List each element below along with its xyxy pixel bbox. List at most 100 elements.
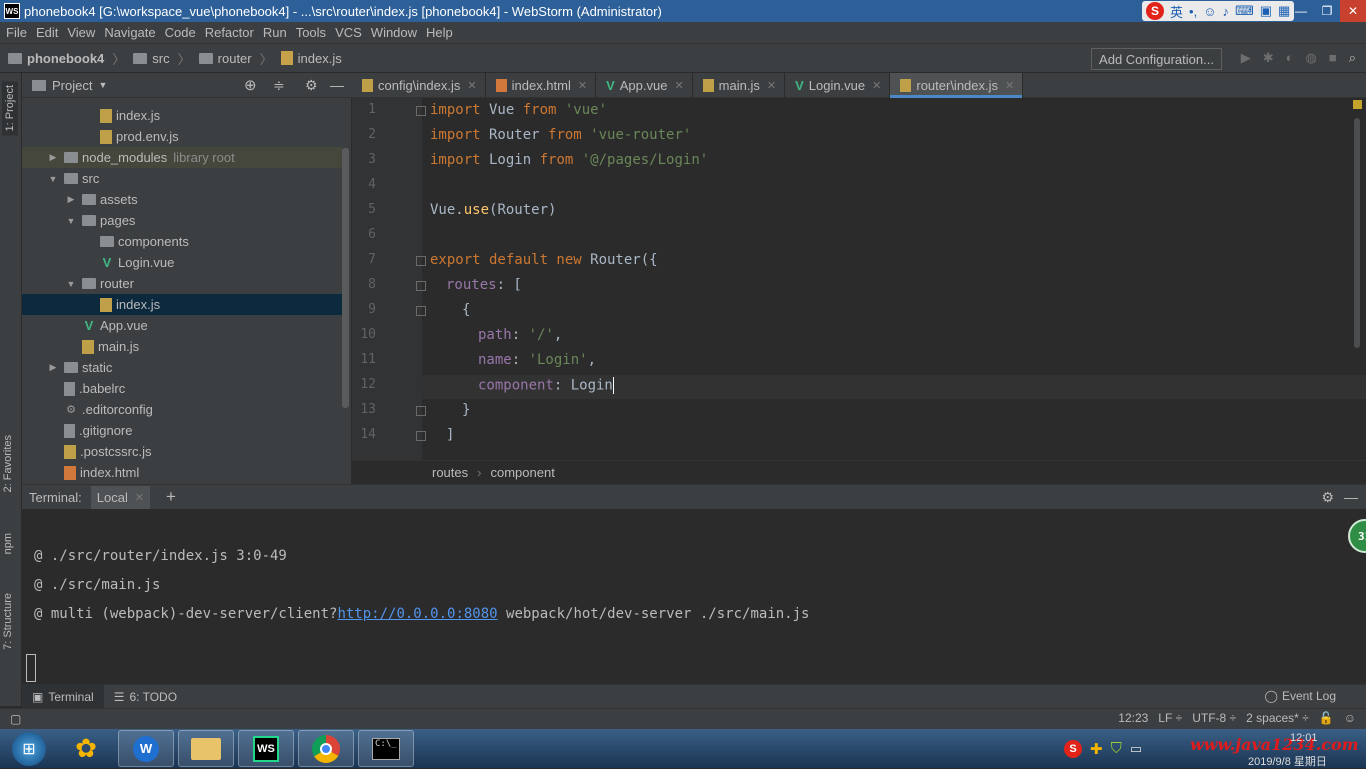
taskbar-app-cmd[interactable]: C:\_ xyxy=(358,730,414,767)
network-tray-icon[interactable]: ▭ xyxy=(1130,741,1142,757)
security-tray-icon[interactable]: ✚ xyxy=(1090,740,1103,758)
tree-item[interactable]: ▼ router xyxy=(22,273,342,294)
minimize-button[interactable]: — xyxy=(1288,0,1314,22)
sogou-tray-icon[interactable]: S xyxy=(1064,739,1082,758)
skin-icon[interactable]: ▣ xyxy=(1260,3,1272,19)
menu-window[interactable]: Window xyxy=(371,25,417,40)
fold-icon[interactable] xyxy=(416,406,426,416)
editor-tab[interactable]: V Login.vue ✕ xyxy=(785,73,891,98)
keyboard-icon[interactable]: ⌨ xyxy=(1235,3,1254,19)
tree-item[interactable]: ▼ src xyxy=(22,168,342,189)
code-editor[interactable]: 1 2 3 4 5 6 7 8 9 10 11 12 13 14 import Vue from 'vue… xyxy=(352,98,1366,460)
terminal-output[interactable]: @ ./src/router/index.js 3:0-49 @ ./src/m… xyxy=(22,509,1366,684)
gear-icon[interactable]: ⚙ xyxy=(305,77,318,94)
inspector-icon[interactable]: ☺ xyxy=(1344,711,1356,725)
tab-npm[interactable]: npm xyxy=(2,533,14,554)
tab-project[interactable]: 1: Project xyxy=(2,81,18,136)
tab-favorites[interactable]: 2: Favorites xyxy=(2,435,14,492)
tree-item[interactable]: ▶ assets xyxy=(22,189,342,210)
stop-icon[interactable]: ■ xyxy=(1329,50,1337,66)
tree-item[interactable]: index.js xyxy=(22,105,342,126)
project-view-selector[interactable]: Project xyxy=(52,78,92,93)
close-tab-icon[interactable]: ✕ xyxy=(578,79,587,92)
collapse-all-icon[interactable]: ≑ xyxy=(273,77,285,94)
code-breadcrumb-component[interactable]: component xyxy=(490,465,554,480)
tree-item[interactable]: index.html xyxy=(22,462,342,483)
collapsed-arrow-icon[interactable]: ▶ xyxy=(48,362,58,373)
lock-icon[interactable]: 🔓 xyxy=(1319,711,1334,725)
menu-tools[interactable]: Tools xyxy=(296,25,326,40)
dev-server-link[interactable]: http://0.0.0.0:8080 xyxy=(337,606,497,622)
breadcrumb-router[interactable]: router 〉 xyxy=(198,49,273,68)
taskbar-app-webstorm[interactable]: WS xyxy=(238,730,294,767)
tree-item[interactable]: .gitignore xyxy=(22,420,342,441)
ime-language[interactable]: 英 xyxy=(1170,2,1183,21)
add-configuration-button[interactable]: Add Configuration... xyxy=(1091,48,1222,70)
warning-marker-icon[interactable] xyxy=(1353,100,1362,109)
tree-item[interactable]: V App.vue xyxy=(22,315,342,336)
gear-icon[interactable]: ⚙ xyxy=(1321,489,1334,506)
tree-item[interactable]: ▶ static xyxy=(22,357,342,378)
collapsed-arrow-icon[interactable]: ▶ xyxy=(66,194,76,205)
tree-item[interactable]: main.js xyxy=(22,336,342,357)
taskbar-app-chrome[interactable] xyxy=(298,730,354,767)
tree-item[interactable]: prod.env.js xyxy=(22,126,342,147)
editor-tab[interactable]: config\index.js ✕ xyxy=(352,73,486,98)
caret-position[interactable]: 12:23 xyxy=(1118,711,1148,725)
menu-navigate[interactable]: Navigate xyxy=(104,25,155,40)
tree-item[interactable]: .postcssrc.js xyxy=(22,441,342,462)
fold-icon[interactable] xyxy=(416,281,426,291)
tree-item[interactable]: index.js xyxy=(22,294,342,315)
maximize-button[interactable]: ❐ xyxy=(1314,0,1340,22)
editor-tab[interactable]: V App.vue ✕ xyxy=(596,73,693,98)
menu-refactor[interactable]: Refactor xyxy=(205,25,254,40)
hide-icon[interactable]: — xyxy=(1344,489,1358,505)
tree-scrollbar[interactable] xyxy=(342,148,349,408)
tree-item[interactable]: V Login.vue xyxy=(22,252,342,273)
editor-tab[interactable]: router\index.js ✕ xyxy=(890,73,1024,98)
taskbar-app-explorer[interactable] xyxy=(178,730,234,767)
new-session-icon[interactable]: + xyxy=(166,487,176,507)
breadcrumb-file[interactable]: index.js xyxy=(280,51,342,66)
run-icon[interactable]: ▶ xyxy=(1241,50,1251,66)
sogou-icon[interactable]: S xyxy=(1146,2,1164,20)
line-separator[interactable]: LF ÷ xyxy=(1158,711,1182,725)
tool-tab-terminal[interactable]: ▣ Terminal xyxy=(22,684,104,709)
clock-date[interactable]: 2019/9/8 星期日 xyxy=(1248,753,1327,769)
fold-icon[interactable] xyxy=(416,306,426,316)
menu-code[interactable]: Code xyxy=(165,25,196,40)
menu-help[interactable]: Help xyxy=(426,25,453,40)
breadcrumb-src[interactable]: src 〉 xyxy=(133,49,191,68)
editor-scrollbar[interactable] xyxy=(1354,118,1360,348)
close-tab-icon[interactable]: ✕ xyxy=(674,79,683,92)
breadcrumb-project[interactable]: phonebook4 〉 xyxy=(8,49,125,68)
notification-badge[interactable]: 31 xyxy=(1348,519,1366,553)
clock-time[interactable]: 12:01 xyxy=(1290,732,1318,744)
event-log-button[interactable]: ◯ Event Log xyxy=(1265,689,1336,703)
close-icon[interactable]: ✕ xyxy=(135,491,144,504)
tree-item[interactable]: .babelrc xyxy=(22,378,342,399)
menu-edit[interactable]: Edit xyxy=(36,25,58,40)
fold-icon[interactable] xyxy=(416,431,426,441)
menu-file[interactable]: File xyxy=(6,25,27,40)
expanded-arrow-icon[interactable]: ▼ xyxy=(66,216,76,226)
tab-structure[interactable]: 7: Structure xyxy=(2,593,14,650)
tree-item[interactable]: ▼ pages xyxy=(22,210,342,231)
collapsed-arrow-icon[interactable]: ▶ xyxy=(48,152,58,163)
menu-view[interactable]: View xyxy=(67,25,95,40)
profile-icon[interactable]: ◍ xyxy=(1306,50,1317,66)
indent-setting[interactable]: 2 spaces* ÷ xyxy=(1246,711,1309,725)
tree-item[interactable]: ⚙ .editorconfig xyxy=(22,399,342,420)
fold-icon[interactable] xyxy=(416,106,426,116)
chevron-down-icon[interactable]: ▼ xyxy=(98,80,107,90)
tree-item[interactable]: components xyxy=(22,231,342,252)
start-button[interactable]: ⊞ xyxy=(4,730,54,767)
coverage-icon[interactable]: ◐ xyxy=(1286,50,1294,66)
close-tab-icon[interactable]: ✕ xyxy=(1005,79,1014,92)
toggle-tool-windows-icon[interactable]: ▢ xyxy=(10,712,21,726)
tab-terminal-local[interactable]: Local ✕ xyxy=(90,485,151,509)
taskbar-app-wps[interactable]: W xyxy=(118,730,174,767)
ime-toolbar[interactable]: S 英 •, ☺ ♪ ⌨ ▣ ▦ xyxy=(1142,1,1295,21)
hide-icon[interactable]: — xyxy=(330,77,344,93)
fold-icon[interactable] xyxy=(416,256,426,266)
